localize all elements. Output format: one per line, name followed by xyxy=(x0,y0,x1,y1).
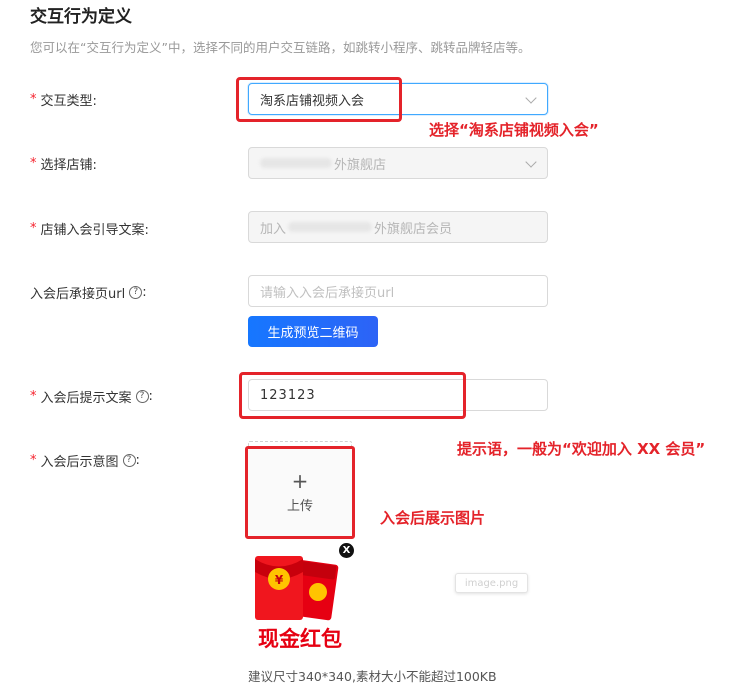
section-title: 交互行为定义 xyxy=(30,7,132,27)
upload-label: 上传 xyxy=(286,499,313,514)
store-label-text: 选择店铺: xyxy=(40,158,97,173)
landing-url-input[interactable]: 请输入入会后承接页url xyxy=(248,275,548,307)
landing-url-placeholder: 请输入入会后承接页url xyxy=(260,285,395,301)
thumb-caption: 现金红包 xyxy=(258,627,342,651)
required-mark: * xyxy=(30,221,37,236)
landing-url-label-text: 入会后承接页url xyxy=(30,287,126,302)
store-label: * 选择店铺: xyxy=(30,154,97,173)
image-label: * 入会后示意图 ? : xyxy=(30,451,140,470)
section-description: 您可以在“交互行为定义”中，选择不同的用户交互链路，如跳转小程序、跳转品牌轻店等… xyxy=(30,40,531,55)
file-name-tag: image.png xyxy=(455,573,528,593)
close-icon[interactable]: X xyxy=(339,543,354,558)
annotation-highlight-type xyxy=(236,77,402,122)
prompt-text-label-text: 入会后提示文案 xyxy=(40,391,132,406)
interaction-type-label-text: 交互类型: xyxy=(40,94,97,109)
annotation-image-note: 入会后展示图片 xyxy=(380,509,486,527)
generate-qr-button[interactable]: 生成预览二维码 xyxy=(248,316,378,347)
redacted-text xyxy=(260,158,332,168)
required-mark: * xyxy=(30,92,37,107)
interaction-type-label: * 交互类型: xyxy=(30,90,97,109)
plus-icon: + xyxy=(291,469,309,493)
svg-text:¥: ¥ xyxy=(275,573,284,587)
question-circle-icon[interactable]: ? xyxy=(135,390,149,403)
red-envelope-image: ¥ 现金红包 xyxy=(248,550,352,654)
join-text-label-text: 店铺入会引导文案: xyxy=(40,223,149,238)
store-value: 外旗舰店 xyxy=(334,157,387,173)
upload-button[interactable]: + 上传 xyxy=(245,446,355,539)
chevron-down-icon xyxy=(525,92,537,104)
store-select[interactable]: 外旗舰店 xyxy=(248,147,548,179)
prompt-text-label: * 入会后提示文案 ? : xyxy=(30,387,153,406)
question-circle-icon[interactable]: ? xyxy=(122,454,136,467)
landing-url-label: 入会后承接页url ? : xyxy=(30,283,147,302)
annotation-prompt-example: 提示语，一般为“欢迎加入 XX 会员” xyxy=(457,440,706,458)
label-colon: : xyxy=(148,389,153,404)
join-text-suffix: 外旗舰店会员 xyxy=(374,221,453,237)
question-circle-icon[interactable]: ? xyxy=(129,286,143,299)
annotation-highlight-prompt xyxy=(239,372,466,419)
label-colon: : xyxy=(135,453,140,468)
join-text-label: * 店铺入会引导文案: xyxy=(30,219,149,238)
required-mark: * xyxy=(30,156,37,171)
redacted-text xyxy=(288,222,373,232)
chevron-down-icon xyxy=(525,156,537,168)
annotation-select-type: 选择“淘系店铺视频入会” xyxy=(429,121,599,139)
required-mark: * xyxy=(30,389,37,404)
join-text-prefix: 加入 xyxy=(260,221,287,237)
join-text-input[interactable]: 加入 外旗舰店会员 xyxy=(248,211,548,243)
image-label-text: 入会后示意图 xyxy=(40,455,119,470)
image-size-hint: 建议尺寸340*340,素材大小不能超过100KB xyxy=(248,669,497,684)
required-mark: * xyxy=(30,453,37,468)
label-colon: : xyxy=(142,285,147,300)
